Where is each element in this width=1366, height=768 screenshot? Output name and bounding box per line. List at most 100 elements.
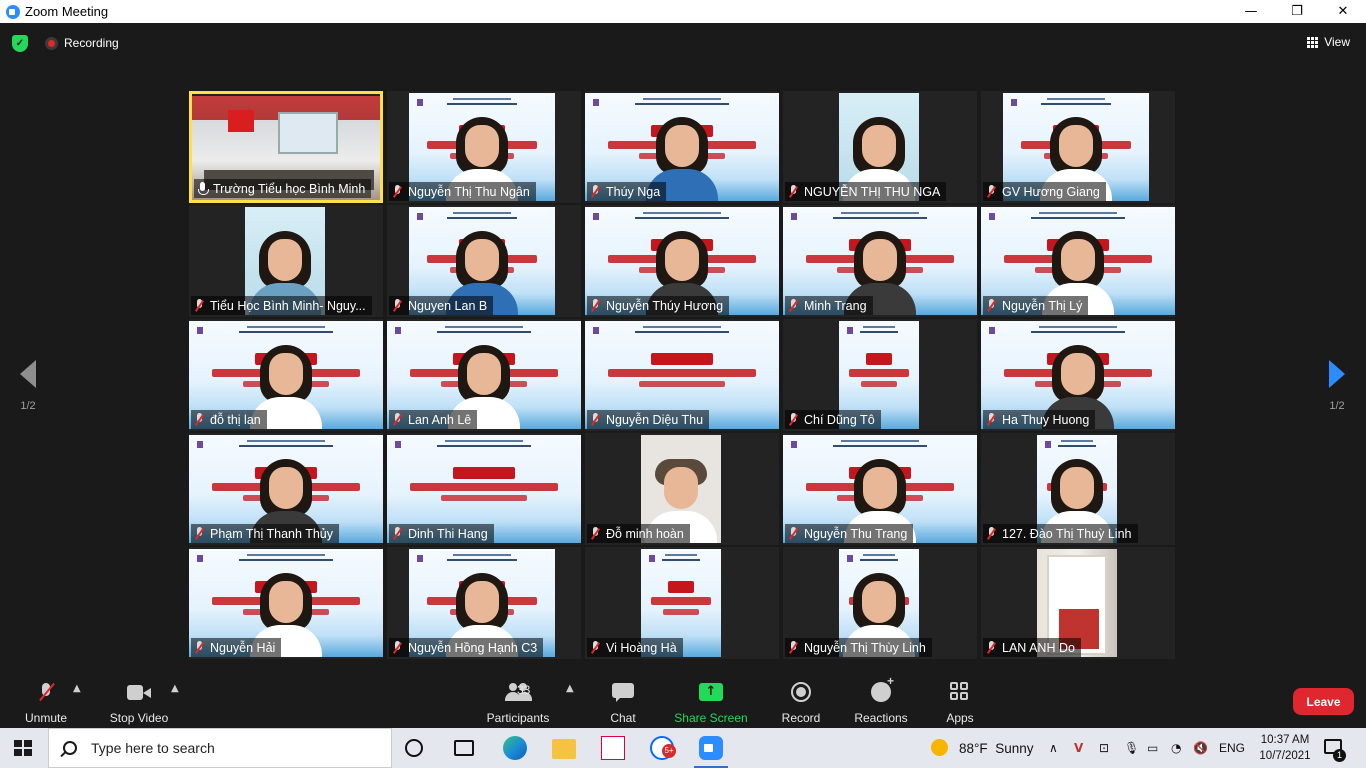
participant-tile[interactable]: Thúy Nga — [585, 91, 779, 203]
meeting-top-bar: ✓ Recording View — [0, 23, 1366, 65]
participant-tile[interactable]: Đỗ minh hoàn — [585, 433, 779, 545]
microphone-muted-icon — [788, 641, 798, 654]
zoom-taskbar-icon[interactable] — [699, 736, 723, 760]
participant-tile[interactable]: Nguyễn Thị Lý — [981, 205, 1175, 317]
microphone-muted-icon — [40, 683, 52, 701]
file-explorer-icon[interactable] — [552, 739, 576, 759]
taskbar-search-box[interactable]: Type here to search — [48, 728, 392, 768]
participant-name: 127. Đào Thị Thuỳ Linh — [1002, 526, 1132, 541]
participant-name-label: đỗ thị lan — [191, 410, 267, 429]
participant-tile[interactable]: Phạm Thị Thanh Thủy — [189, 433, 383, 545]
participant-tile[interactable]: Nguyễn Thị Thu Ngân — [387, 91, 581, 203]
participants-button[interactable]: 33 Participants — [483, 679, 553, 725]
previous-page-button[interactable]: 1/2 — [13, 360, 43, 412]
speaker-muted-icon[interactable]: 🔇 — [1193, 741, 1208, 755]
antivirus-icon[interactable]: V — [1074, 741, 1083, 755]
participant-tile[interactable]: Vi Hoàng Hà — [585, 547, 779, 659]
search-placeholder: Type here to search — [91, 740, 215, 756]
participant-name: Trường Tiểu học Bình Minh — [213, 181, 366, 196]
chevron-up-icon[interactable]: ∧ — [1049, 741, 1058, 755]
record-button[interactable]: Record — [779, 679, 823, 725]
microphone-muted-icon — [194, 299, 204, 312]
microphone-muted-icon — [788, 299, 798, 312]
view-button[interactable]: View — [1307, 35, 1350, 49]
participant-name: Nguyen Lan B — [408, 298, 488, 313]
leave-button[interactable]: Leave — [1293, 688, 1354, 715]
microphone-muted-icon — [392, 185, 402, 198]
battery-icon[interactable]: ▭ — [1147, 741, 1158, 755]
participant-tile[interactable]: Ha Thuy Huong — [981, 319, 1175, 431]
sun-weather-icon[interactable] — [931, 739, 948, 756]
next-page-button[interactable]: 1/2 — [1322, 360, 1352, 412]
share-screen-button[interactable]: ↑ Share Screen — [673, 679, 749, 725]
participant-tile[interactable]: Nguyễn Thị Thùy Linh — [783, 547, 977, 659]
security-shield-icon[interactable]: ✓ — [12, 35, 28, 52]
participant-name-label: Dinh Thi Hang — [389, 524, 494, 543]
wifi-icon[interactable]: ◔ — [1171, 741, 1181, 755]
participant-tile[interactable]: Nguyễn Thu Trang — [783, 433, 977, 545]
maximize-icon[interactable]: ❐ — [1274, 0, 1320, 23]
stop-video-button[interactable]: Stop Video — [104, 679, 174, 725]
grid-view-icon — [1307, 36, 1319, 48]
recording-dot-icon — [45, 36, 58, 50]
participant-name: Nguyễn Diệu Thu — [606, 412, 704, 427]
record-icon — [791, 682, 811, 702]
close-icon[interactable]: ✕ — [1320, 0, 1366, 23]
smiley-reaction-icon — [871, 674, 894, 702]
store-app-icon[interactable] — [601, 736, 625, 760]
audio-options-caret-icon[interactable]: ▲ — [73, 683, 83, 694]
reactions-label: Reactions — [854, 711, 908, 725]
unmute-button[interactable]: Unmute — [18, 679, 74, 725]
participant-tile[interactable]: Nguyễn Thúy Hương — [585, 205, 779, 317]
search-icon — [63, 741, 77, 755]
microphone-muted-icon — [590, 299, 600, 312]
recording-indicator[interactable]: Recording — [45, 36, 119, 50]
participants-label: Participants — [486, 711, 550, 725]
microphone-muted-icon — [590, 413, 600, 426]
device-icon[interactable]: ⊡ — [1099, 741, 1109, 755]
participant-tile[interactable]: Chí Dũng Tô — [783, 319, 977, 431]
participant-tile[interactable]: Nguyễn Diệu Thu — [585, 319, 779, 431]
participant-tile[interactable]: Nguyen Lan B — [387, 205, 581, 317]
participant-name: Dinh Thi Hang — [408, 526, 488, 541]
participant-tile[interactable]: Dinh Thi Hang — [387, 433, 581, 545]
participant-name-label: Tiểu Học Bình Minh- Nguy... — [191, 296, 372, 315]
edge-browser-icon[interactable] — [503, 736, 527, 760]
video-options-caret-icon[interactable]: ▲ — [171, 683, 181, 694]
participant-tile[interactable]: GV Hương Giang — [981, 91, 1175, 203]
cortana-icon[interactable] — [405, 739, 423, 757]
participant-tile[interactable]: NGUYỄN THỊ THU NGA — [783, 91, 977, 203]
participant-tile[interactable]: Nguyễn Hồng Hạnh C3 — [387, 547, 581, 659]
windows-start-icon[interactable] — [14, 740, 32, 757]
participant-name: Phạm Thị Thanh Thủy — [210, 526, 333, 541]
participant-name: Nguyễn Thị Thu Ngân — [408, 184, 530, 199]
participants-options-caret-icon[interactable]: ▲ — [566, 683, 576, 694]
microphone-muted-icon — [392, 413, 402, 426]
chat-bubble-icon — [612, 683, 634, 702]
reactions-button[interactable]: Reactions — [851, 674, 911, 725]
participant-tile[interactable]: đỗ thị lan — [189, 319, 383, 431]
participant-tile[interactable]: Lan Anh Lê — [387, 319, 581, 431]
participant-tile[interactable]: Tiểu Học Bình Minh- Nguy... — [189, 205, 383, 317]
participant-tile[interactable]: Nguyễn Hải — [189, 547, 383, 659]
microphone-tray-icon[interactable]: 🎙 — [1124, 741, 1139, 755]
participant-tile[interactable]: Minh Trang — [783, 205, 977, 317]
participant-tile[interactable]: Trường Tiểu học Bình Minh — [189, 91, 383, 203]
language-indicator[interactable]: ENG — [1219, 741, 1245, 755]
microphone-icon — [197, 182, 209, 195]
participant-tile[interactable]: 127. Đào Thị Thuỳ Linh — [981, 433, 1175, 545]
participant-name: Nguyễn Thu Trang — [804, 526, 908, 541]
chat-button[interactable]: Chat — [603, 679, 643, 725]
microphone-muted-icon — [986, 185, 996, 198]
weather-widget[interactable]: 88°F Sunny — [959, 741, 1033, 756]
microphone-muted-icon — [194, 413, 204, 426]
participant-name-label: Nguyễn Hải — [191, 638, 282, 657]
minimize-icon[interactable]: — — [1228, 0, 1274, 23]
taskbar-clock[interactable]: 10:37 AM 10/7/2021 — [1256, 732, 1314, 764]
apps-button[interactable]: Apps — [940, 679, 980, 725]
participant-name: Vi Hoàng Hà — [606, 640, 677, 655]
participant-name-label: 127. Đào Thị Thuỳ Linh — [983, 524, 1138, 543]
task-view-icon[interactable] — [454, 740, 474, 756]
participant-tile[interactable]: LAN ANH Do — [981, 547, 1175, 659]
participant-name-label: Nguyễn Diệu Thu — [587, 410, 710, 429]
